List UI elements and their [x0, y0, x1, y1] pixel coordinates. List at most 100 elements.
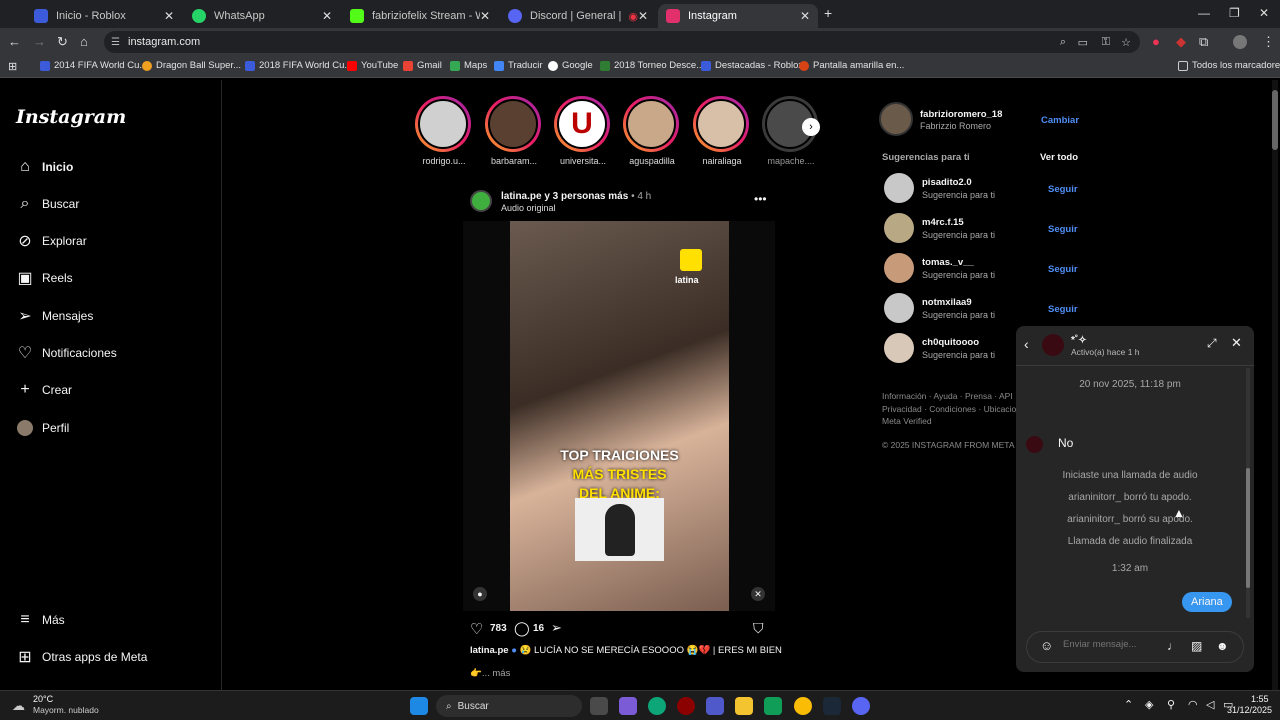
home-icon[interactable]: ⌂: [80, 34, 88, 49]
nav-mensajes[interactable]: ➢ Mensajes: [16, 307, 93, 325]
bookmark-item[interactable]: Maps: [450, 60, 487, 71]
post-audio[interactable]: Audio original: [501, 203, 556, 213]
message-input[interactable]: [1063, 639, 1163, 650]
instagram-logo[interactable]: Instagram: [16, 106, 126, 128]
comment-icon[interactable]: ◯: [514, 620, 530, 637]
post-video[interactable]: latina TOP TRAICIONES MÁS TRISTES DEL AN…: [463, 221, 775, 611]
close-window-button[interactable]: ✕: [1259, 6, 1269, 20]
nav-meta-apps[interactable]: ⊞ Otras apps de Meta: [16, 648, 147, 666]
scrollbar-thumb[interactable]: [1246, 468, 1250, 588]
extensions-puzzle-icon[interactable]: ⧉: [1199, 34, 1208, 50]
nav-notificaciones[interactable]: ♡ Notificaciones: [16, 344, 117, 362]
suggestion-item[interactable]: notmxilaa9 Sugerencia para ti: [884, 293, 995, 323]
footer-links[interactable]: Privacidad · Condiciones · Ubicacio: [882, 404, 1016, 414]
nav-mas[interactable]: ≡ Más: [16, 611, 64, 629]
tab-roblox[interactable]: Inicio - Roblox ✕: [26, 4, 182, 28]
own-avatar[interactable]: [879, 102, 913, 136]
share-icon[interactable]: ➢: [551, 620, 562, 636]
emoji-icon[interactable]: ☺: [1040, 638, 1053, 653]
close-tab-icon[interactable]: ✕: [638, 9, 648, 23]
file-explorer-icon[interactable]: [735, 697, 753, 715]
temperature[interactable]: 20°C: [33, 694, 53, 704]
nav-reels[interactable]: ▣ Reels: [16, 269, 72, 287]
nav-buscar[interactable]: ⌕ Buscar: [16, 195, 80, 213]
bookmark-item[interactable]: Destacadas - Roblox: [701, 60, 803, 71]
nav-perfil[interactable]: Perfil: [16, 419, 69, 437]
reload-icon[interactable]: ↻: [57, 34, 68, 50]
kebab-menu-icon[interactable]: ⋮: [1262, 34, 1275, 50]
close-tab-icon[interactable]: ✕: [322, 9, 332, 23]
cast-icon[interactable]: ▭: [1078, 36, 1088, 49]
bookmark-star-icon[interactable]: ☆: [1121, 36, 1131, 49]
own-username[interactable]: fabrizioromero_18: [920, 109, 1002, 120]
taskbar-search[interactable]: ⌕ Buscar: [436, 695, 582, 717]
forward-icon[interactable]: →: [33, 34, 46, 49]
address-bar[interactable]: ☰ instagram.com ⌕ ▭ ⚿ ☆: [104, 31, 1140, 53]
nav-inicio[interactable]: ⌂ Inicio: [16, 158, 73, 176]
suggestion-item[interactable]: tomas._v__ Sugerencia para ti: [884, 253, 995, 283]
follow-button[interactable]: Seguir: [1048, 184, 1078, 195]
suggestion-item[interactable]: m4rc.f.15 Sugerencia para ti: [884, 213, 995, 243]
follow-button[interactable]: Seguir: [1048, 224, 1078, 235]
close-tab-icon[interactable]: ✕: [480, 9, 490, 23]
close-tab-icon[interactable]: ✕: [164, 9, 174, 23]
nav-explorar[interactable]: ⊘ Explorar: [16, 232, 86, 250]
notepad-icon[interactable]: [764, 697, 782, 715]
site-info-icon[interactable]: ☰: [111, 37, 120, 48]
story-item[interactable]: aguspadilla: [623, 96, 681, 166]
more-options-icon[interactable]: •••: [754, 192, 767, 206]
like-icon[interactable]: ♡: [470, 620, 483, 638]
story-item[interactable]: nairaliaga: [693, 96, 751, 166]
profile-avatar[interactable]: [1233, 35, 1247, 49]
bookmark-item[interactable]: Dragon Ball Super...: [142, 60, 241, 71]
maximize-button[interactable]: ❐: [1229, 6, 1240, 20]
chat-scrollbar[interactable]: [1246, 368, 1250, 618]
chat-username[interactable]: *˚✧: [1071, 335, 1087, 346]
bookmark-item[interactable]: Gmail: [403, 60, 442, 71]
mute-icon[interactable]: ✕: [751, 587, 765, 601]
zoom-icon[interactable]: ⌕: [1060, 36, 1066, 49]
bookmark-item[interactable]: 2018 Torneo Desce...: [600, 60, 704, 71]
steam-icon[interactable]: [823, 697, 841, 715]
task-view-icon[interactable]: [590, 697, 608, 715]
bookmark-item[interactable]: Pantalla amarilla en...: [799, 60, 904, 71]
teams-icon[interactable]: [706, 697, 724, 715]
extension-icon[interactable]: ●: [1152, 34, 1160, 49]
bookmark-item[interactable]: 2014 FIFA World Cu...: [40, 60, 147, 71]
suggestion-item[interactable]: pisadito2.0 Sugerencia para ti: [884, 173, 995, 203]
chrome-icon[interactable]: [794, 697, 812, 715]
follow-button[interactable]: Seguir: [1048, 264, 1078, 275]
apps-grid-icon[interactable]: ⊞: [8, 60, 17, 73]
tagged-user-icon[interactable]: ●: [473, 587, 487, 601]
image-icon[interactable]: ▨: [1191, 639, 1202, 653]
tray-app-icon[interactable]: ⚲: [1167, 698, 1175, 711]
stories-next-button[interactable]: ›: [802, 118, 820, 136]
footer-links[interactable]: Meta Verified: [882, 416, 932, 426]
microphone-icon[interactable]: ♩: [1167, 639, 1179, 653]
footer-links[interactable]: Información · Ayuda · Prensa · API · E: [882, 391, 1026, 401]
tray-app-icon[interactable]: ◈: [1145, 698, 1153, 711]
tab-instagram[interactable]: Instagram ✕: [658, 4, 818, 28]
page-scrollbar[interactable]: [1272, 80, 1278, 690]
nav-crear[interactable]: + Crear: [16, 381, 72, 399]
new-tab-button[interactable]: +: [824, 5, 832, 21]
clock-date[interactable]: 31/12/2025: [1227, 705, 1272, 715]
discord-icon[interactable]: [852, 697, 870, 715]
windows-start-icon[interactable]: [410, 697, 428, 715]
all-bookmarks-folder[interactable]: Todos los marcadores: [1178, 60, 1280, 71]
close-tab-icon[interactable]: ✕: [800, 9, 810, 23]
bookmark-item[interactable]: Google: [548, 60, 593, 71]
back-icon[interactable]: ←: [8, 34, 21, 49]
bookmark-item[interactable]: 2018 FIFA World Cu...: [245, 60, 352, 71]
save-icon[interactable]: ⛉: [753, 620, 764, 637]
chat-avatar[interactable]: [1042, 334, 1064, 356]
bookmark-item[interactable]: YouTube: [347, 60, 398, 71]
caption-more-link[interactable]: 👉... más: [470, 668, 510, 679]
tray-chevron-icon[interactable]: ⌃: [1124, 698, 1133, 711]
copilot-icon[interactable]: [619, 697, 637, 715]
story-item[interactable]: barbaram...: [485, 96, 543, 166]
suggestion-item[interactable]: ch0quitoooo Sugerencia para ti: [884, 333, 995, 363]
close-icon[interactable]: ✕: [1231, 335, 1242, 351]
tab-discord[interactable]: Discord | General | Xddd ◉ ✕: [500, 4, 656, 28]
story-item[interactable]: rodrigo.u...: [415, 96, 473, 166]
